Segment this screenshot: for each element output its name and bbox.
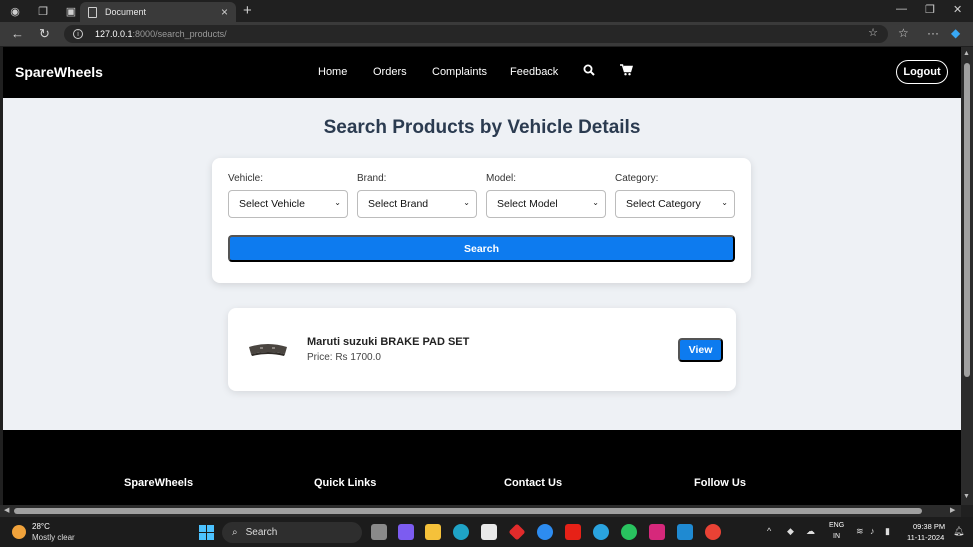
- notification-bell-icon[interactable]: 🔔︎: [953, 526, 964, 537]
- site-navbar: SpareWheels Home Orders Complaints Feedb…: [3, 47, 961, 98]
- horizontal-scroll-thumb[interactable]: [14, 508, 922, 514]
- whatsapp-icon[interactable]: [621, 524, 637, 540]
- browser-tab[interactable]: Document ×: [80, 2, 236, 22]
- more-menu-icon[interactable]: ···: [927, 26, 939, 40]
- start-button[interactable]: [199, 525, 214, 540]
- battery-icon[interactable]: ▮: [885, 526, 890, 537]
- taskbar-search[interactable]: ⌕ Search: [222, 522, 362, 543]
- copilot-app-icon[interactable]: [398, 524, 414, 540]
- model-select[interactable]: Select Model ⌄: [486, 190, 606, 218]
- favorite-star-icon[interactable]: ☆: [868, 26, 878, 39]
- address-toolbar: ← ↻ i 127.0.0.1:8000/search_products/ ☆ …: [0, 22, 973, 46]
- task-view-icon[interactable]: [371, 524, 387, 540]
- windows-taskbar: 28°C Mostly clear ⌕ Search ^ ◆ ☁ ENG IN …: [0, 517, 973, 547]
- app-red-diamond-icon[interactable]: [508, 523, 526, 541]
- show-hidden-icons-icon[interactable]: ^: [767, 526, 771, 536]
- edge-icon[interactable]: [453, 524, 469, 540]
- language-indicator[interactable]: ENG: [829, 522, 844, 529]
- search-icon[interactable]: [583, 64, 595, 79]
- footer-follow: Follow Us: [694, 477, 746, 489]
- volume-icon[interactable]: ♪: [870, 526, 875, 536]
- browser-tab-bar: ◉ ❐ ▣ Document × + — ❐ ✕: [0, 0, 973, 22]
- scroll-down-icon[interactable]: ▼: [963, 493, 970, 500]
- clock-date[interactable]: 11-11-2024: [907, 533, 944, 542]
- close-tab-icon[interactable]: ×: [221, 5, 228, 19]
- vscode-icon[interactable]: [677, 524, 693, 540]
- refresh-icon[interactable]: ↻: [39, 26, 50, 42]
- brake-pad-image: [249, 344, 287, 356]
- back-icon[interactable]: ←: [11, 26, 24, 41]
- web-page: SpareWheels Home Orders Complaints Feedb…: [3, 47, 961, 505]
- product-name: Maruti suzuki BRAKE PAD SET: [307, 336, 470, 348]
- logout-button[interactable]: Logout: [896, 60, 948, 84]
- tab-actions-icon[interactable]: ▣: [64, 4, 78, 18]
- category-select[interactable]: Select Category ⌄: [615, 190, 735, 218]
- new-tab-icon[interactable]: +: [243, 2, 252, 19]
- copilot-icon[interactable]: ◆: [951, 26, 960, 40]
- workspaces-icon[interactable]: ❐: [36, 4, 50, 18]
- onedrive-icon[interactable]: ☁: [806, 526, 815, 537]
- favorites-icon[interactable]: ☆: [898, 26, 909, 40]
- scroll-left-icon[interactable]: ◀: [4, 506, 9, 514]
- address-bar[interactable]: i 127.0.0.1:8000/search_products/ ☆: [64, 25, 888, 43]
- product-price: Price: Rs 1700.0: [307, 352, 381, 363]
- cart-icon[interactable]: [620, 64, 634, 79]
- footer-contact: Contact Us: [504, 477, 563, 489]
- chevron-down-icon: ⌄: [592, 198, 599, 207]
- horizontal-scrollbar[interactable]: ◀ ▶: [0, 505, 961, 517]
- vehicle-select[interactable]: Select Vehicle ⌄: [228, 190, 348, 218]
- chevron-down-icon: ⌄: [463, 198, 470, 207]
- brand-select[interactable]: Select Brand ⌄: [357, 190, 477, 218]
- instagram-icon[interactable]: [649, 524, 665, 540]
- nav-complaints[interactable]: Complaints: [432, 66, 487, 78]
- footer-quick-links: Quick Links: [314, 477, 377, 489]
- telegram-icon[interactable]: [593, 524, 609, 540]
- product-card: Maruti suzuki BRAKE PAD SET Price: Rs 17…: [228, 308, 736, 391]
- file-explorer-icon[interactable]: [425, 524, 441, 540]
- url-text: 127.0.0.1:8000/search_products/: [95, 29, 227, 39]
- category-label: Category:: [615, 173, 659, 184]
- site-footer: SpareWheels Quick Links Contact Us Follo…: [3, 430, 961, 505]
- vertical-scroll-thumb[interactable]: [964, 63, 970, 377]
- weather-description[interactable]: Mostly clear: [32, 533, 75, 542]
- view-button[interactable]: View: [678, 338, 723, 362]
- nav-feedback[interactable]: Feedback: [510, 66, 558, 78]
- vertical-scrollbar[interactable]: ▲ ▼: [961, 47, 973, 505]
- nav-orders[interactable]: Orders: [373, 66, 407, 78]
- chevron-down-icon: ⌄: [334, 198, 341, 207]
- search-form: Vehicle: Select Vehicle ⌄ Brand: Select …: [212, 158, 751, 283]
- scroll-right-icon[interactable]: ▶: [950, 506, 955, 514]
- store-icon[interactable]: [481, 524, 497, 540]
- site-info-icon[interactable]: i: [73, 29, 83, 39]
- help-icon[interactable]: [537, 524, 553, 540]
- wifi-icon[interactable]: ≋: [856, 526, 864, 537]
- site-brand[interactable]: SpareWheels: [15, 64, 103, 80]
- search-icon: ⌕: [232, 527, 238, 538]
- search-button[interactable]: Search: [228, 235, 735, 262]
- vehicle-label: Vehicle:: [228, 173, 264, 184]
- weather-temperature[interactable]: 28°C: [32, 522, 50, 531]
- footer-brand: SpareWheels: [124, 477, 194, 489]
- nav-home[interactable]: Home: [318, 66, 347, 78]
- restore-icon[interactable]: ❐: [925, 3, 935, 16]
- minimize-icon[interactable]: —: [896, 3, 907, 15]
- brand-label: Brand:: [357, 173, 387, 184]
- scroll-up-icon[interactable]: ▲: [963, 50, 970, 57]
- clock-time[interactable]: 09:38 PM: [913, 522, 945, 531]
- chrome-icon[interactable]: [705, 524, 721, 540]
- youtube-icon[interactable]: [565, 524, 581, 540]
- weather-icon[interactable]: [12, 525, 26, 539]
- chevron-down-icon: ⌄: [721, 198, 728, 207]
- model-label: Model:: [486, 173, 517, 184]
- region-indicator[interactable]: IN: [833, 533, 840, 540]
- close-window-icon[interactable]: ✕: [953, 3, 962, 16]
- document-icon: [88, 6, 97, 18]
- tab-title: Document: [105, 7, 147, 17]
- profile-icon[interactable]: ◉: [8, 4, 22, 18]
- defender-icon[interactable]: ◆: [787, 526, 794, 537]
- page-title: Search Products by Vehicle Details: [323, 117, 641, 138]
